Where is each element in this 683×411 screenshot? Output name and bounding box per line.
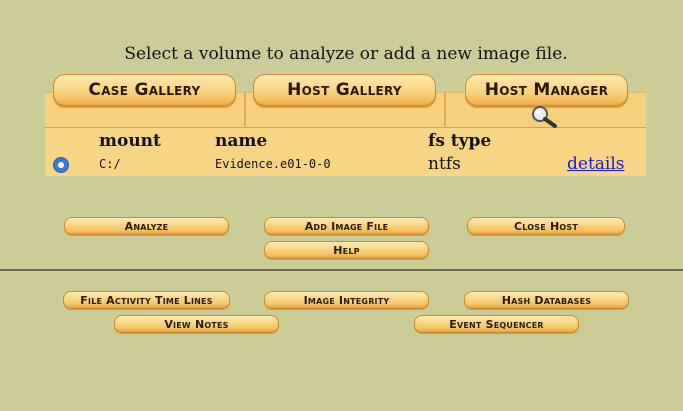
help-button[interactable]: Help [264,241,429,259]
column-header-fs-type: fs type [428,131,492,151]
tab-host-gallery[interactable]: Host Gallery [253,74,436,106]
column-header-name: name [215,131,268,151]
tab-case-gallery[interactable]: Case Gallery [53,74,236,106]
volume-details-link[interactable]: details [567,154,625,174]
volume-radio-button[interactable] [53,157,69,173]
tab-separator [444,92,446,128]
file-activity-time-lines-button[interactable]: File Activity Time Lines [63,291,230,309]
instruction-text: Select a volume to analyze or add a new … [124,44,568,64]
analyze-button[interactable]: Analyze [64,217,229,235]
column-header-mount: mount [99,131,161,151]
add-image-file-button[interactable]: Add Image File [264,217,429,235]
tab-separator [244,92,246,128]
section-divider [0,269,683,271]
magnifier-icon [532,106,557,128]
event-sequencer-button[interactable]: Event Sequencer [414,315,579,333]
hash-databases-button[interactable]: Hash Databases [464,291,629,309]
close-host-button[interactable]: Close Host [467,217,625,235]
tab-host-manager[interactable]: Host Manager [465,74,628,106]
volume-mount: C:/ [99,157,121,171]
view-notes-button[interactable]: View Notes [114,315,279,333]
image-integrity-button[interactable]: Image Integrity [264,291,429,309]
volume-fs-type: ntfs [428,154,461,174]
volume-name: Evidence.e01-0-0 [215,157,331,171]
